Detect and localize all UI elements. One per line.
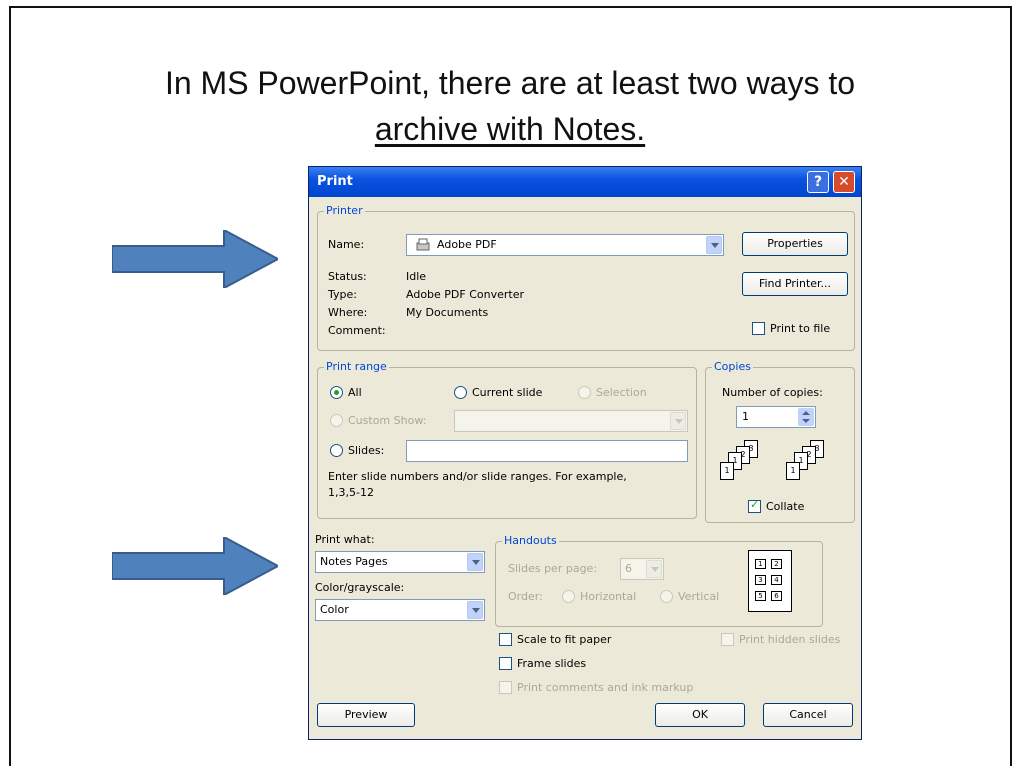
preview-button[interactable]: Preview bbox=[317, 703, 415, 727]
type-value: Adobe PDF Converter bbox=[406, 288, 525, 301]
collate-pages-icon: 3 2 1 1 bbox=[786, 440, 836, 490]
print-range-group: Print range All Current slide Selection … bbox=[317, 360, 697, 519]
dialog-titlebar[interactable]: Print ? ✕ bbox=[309, 167, 861, 197]
handout-layout-preview: 1 2 3 4 5 6 bbox=[748, 550, 792, 612]
spinner-arrows bbox=[802, 411, 810, 423]
chevron-down-icon[interactable] bbox=[467, 553, 483, 571]
right-arrow-icon bbox=[112, 537, 278, 595]
printer-group-label: Printer bbox=[324, 204, 365, 217]
slides-input[interactable] bbox=[406, 440, 688, 462]
slides-label: Slides: bbox=[348, 444, 385, 457]
copies-group: Copies Number of copies: 1 3 2 1 1 3 2 1… bbox=[705, 360, 855, 523]
chevron-down-icon[interactable] bbox=[706, 236, 722, 254]
print-comments-checkbox[interactable] bbox=[499, 681, 512, 694]
print-hidden-checkbox[interactable] bbox=[721, 633, 734, 646]
where-label: Where: bbox=[328, 306, 368, 319]
frame-slides-checkbox[interactable] bbox=[499, 657, 512, 670]
where-value: My Documents bbox=[406, 306, 489, 319]
scale-to-fit-checkbox[interactable] bbox=[499, 633, 512, 646]
vertical-label: Vertical bbox=[678, 590, 720, 603]
type-label: Type: bbox=[328, 288, 357, 301]
current-slide-radio[interactable] bbox=[454, 386, 467, 399]
print-what-value: Notes Pages bbox=[320, 555, 388, 568]
properties-button[interactable]: Properties bbox=[742, 232, 848, 256]
print-range-hint-example: 1,3,5-12 bbox=[328, 486, 374, 499]
custom-show-radio[interactable] bbox=[330, 414, 343, 427]
collate-label: Collate bbox=[766, 500, 805, 513]
color-grayscale-label: Color/grayscale: bbox=[315, 581, 405, 594]
handouts-group-label: Handouts bbox=[502, 534, 559, 547]
chevron-down-icon[interactable] bbox=[646, 560, 662, 578]
cancel-button[interactable]: Cancel bbox=[763, 703, 853, 727]
scale-to-fit-label: Scale to fit paper bbox=[517, 633, 612, 646]
handouts-group: Handouts Slides per page: 6 Order: Horiz… bbox=[495, 534, 823, 627]
number-of-copies-label: Number of copies: bbox=[722, 386, 823, 399]
name-label: Name: bbox=[328, 238, 365, 251]
print-what-select[interactable]: Notes Pages bbox=[315, 551, 485, 573]
custom-show-select[interactable] bbox=[454, 410, 688, 432]
collate-pages-icon: 3 2 1 1 bbox=[720, 440, 770, 490]
dialog-title: Print bbox=[317, 174, 353, 189]
selection-label: Selection bbox=[596, 386, 647, 399]
print-range-group-label: Print range bbox=[324, 360, 389, 373]
print-to-file-label: Print to file bbox=[770, 322, 831, 335]
printer-name-select[interactable]: Adobe PDF bbox=[406, 234, 724, 256]
print-range-hint: Enter slide numbers and/or slide ranges.… bbox=[328, 470, 627, 483]
status-label: Status: bbox=[328, 270, 367, 283]
copies-value: 1 bbox=[742, 410, 749, 423]
spinner-icon[interactable] bbox=[798, 408, 814, 426]
current-slide-label: Current slide bbox=[472, 386, 543, 399]
chevron-down-icon[interactable] bbox=[670, 412, 686, 430]
frame-slides-label: Frame slides bbox=[517, 657, 587, 670]
color-grayscale-value: Color bbox=[320, 603, 349, 616]
printer-name-value: Adobe PDF bbox=[437, 238, 497, 251]
print-hidden-label: Print hidden slides bbox=[739, 633, 841, 646]
help-icon[interactable]: ? bbox=[807, 171, 829, 193]
order-label: Order: bbox=[508, 590, 543, 603]
horizontal-radio[interactable] bbox=[562, 590, 575, 603]
chevron-down-icon[interactable] bbox=[467, 601, 483, 619]
collate-checkbox[interactable] bbox=[748, 498, 761, 513]
slide-title-line-1: In MS PowerPoint, there are at least two… bbox=[164, 65, 856, 101]
all-label: All bbox=[348, 386, 362, 399]
comment-label: Comment: bbox=[328, 324, 386, 337]
color-grayscale-select[interactable]: Color bbox=[315, 599, 485, 621]
printer-icon bbox=[416, 238, 430, 251]
selection-radio[interactable] bbox=[578, 386, 591, 399]
all-radio[interactable] bbox=[330, 386, 343, 399]
custom-show-label: Custom Show: bbox=[348, 414, 427, 427]
print-to-file-checkbox[interactable] bbox=[752, 322, 765, 335]
vertical-radio[interactable] bbox=[660, 590, 673, 603]
copies-group-label: Copies bbox=[712, 360, 753, 373]
print-comments-label: Print comments and ink markup bbox=[517, 681, 694, 694]
copies-stepper[interactable]: 1 bbox=[736, 406, 816, 428]
slide-title-underlined: archive with Notes. bbox=[374, 111, 646, 147]
right-arrow-icon bbox=[112, 230, 278, 288]
print-dialog: Print ? ✕ Printer Name: Adobe PDF Proper… bbox=[308, 166, 862, 740]
slides-per-page-value: 6 bbox=[625, 562, 632, 575]
slide-title-line-2: archive with Notes. bbox=[60, 108, 960, 150]
slides-per-page-label: Slides per page: bbox=[508, 562, 598, 575]
slides-per-page-select[interactable]: 6 bbox=[620, 558, 664, 580]
close-icon[interactable]: ✕ bbox=[833, 171, 855, 193]
status-value: Idle bbox=[406, 270, 427, 283]
slides-radio[interactable] bbox=[330, 444, 343, 457]
ok-button[interactable]: OK bbox=[655, 703, 745, 727]
find-printer-button[interactable]: Find Printer... bbox=[742, 272, 848, 296]
print-what-label: Print what: bbox=[315, 533, 375, 546]
printer-group: Printer Name: Adobe PDF Properties Statu… bbox=[317, 204, 855, 351]
horizontal-label: Horizontal bbox=[580, 590, 637, 603]
